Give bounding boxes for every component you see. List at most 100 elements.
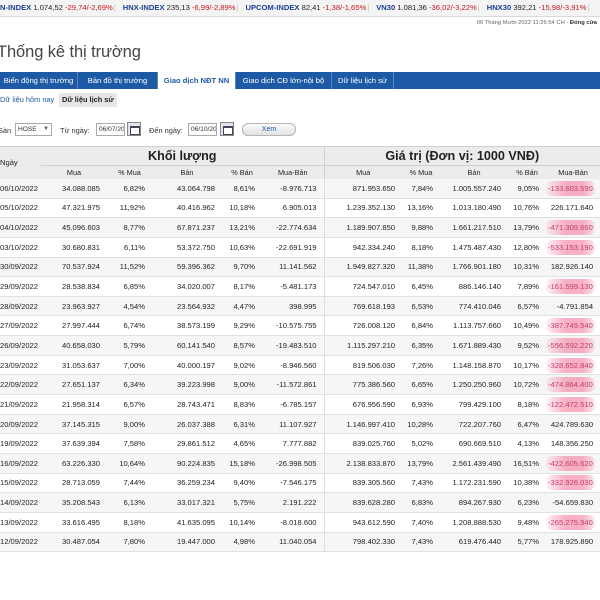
main-tab-bar: Biến động thị trường Bản đồ thị trường G… bbox=[0, 72, 600, 89]
vol-sell-cell: 19.447.000 bbox=[152, 532, 222, 553]
val-buy-cell: 819.506.030 bbox=[323, 355, 403, 376]
table-row: 28/09/2022 23.963.927 4,54% 23.564.932 4,47%… bbox=[0, 296, 600, 317]
highlighted-net-value: -387.749.540 bbox=[546, 318, 595, 334]
from-calendar-icon[interactable] bbox=[127, 122, 141, 136]
exchange-select[interactable]: HOSE ▼ bbox=[15, 123, 52, 136]
index-value: 392,21 bbox=[513, 3, 537, 12]
vol-buy-cell: 45.096.603 bbox=[41, 217, 107, 238]
index-value: 235,13 bbox=[166, 3, 190, 12]
vol-buy-pct-cell: 6,57% bbox=[107, 394, 152, 415]
vol-buy-cell: 35.208.543 bbox=[41, 492, 107, 513]
val-sell-pct-cell: 5,77% bbox=[508, 532, 547, 553]
val-buy-cell: 724.547.010 bbox=[323, 276, 403, 297]
date-cell: 28/09/2022 bbox=[0, 296, 41, 317]
vol-buy-pct-cell: 8,77% bbox=[107, 217, 152, 238]
vol-buy-pct-header: % Mua bbox=[107, 165, 152, 179]
vol-sell-cell: 23.564.932 bbox=[152, 296, 222, 317]
volume-group-header: Khối lượng bbox=[41, 146, 325, 166]
val-buy-pct-cell: 13,16% bbox=[402, 198, 441, 219]
val-sell-cell: 1.671.889.430 bbox=[440, 335, 509, 356]
vol-sell-pct-cell: 8,57% bbox=[222, 335, 262, 356]
vol-sell-pct-cell: 5,75% bbox=[222, 492, 262, 513]
vol-sell-pct-cell: 13,21% bbox=[222, 217, 262, 238]
table-row: 14/09/2022 35.208.543 6,13% 33.017.321 5,75%… bbox=[0, 492, 600, 513]
ticker-separator: | bbox=[236, 3, 239, 12]
vol-net-cell: -8.976.713 bbox=[262, 178, 325, 199]
ticker-separator: | bbox=[113, 3, 116, 12]
vol-net-cell: -10.575.755 bbox=[262, 315, 325, 337]
vol-buy-cell: 23.963.927 bbox=[41, 296, 107, 317]
tab-insider-trading[interactable]: Giao dịch CĐ lớn-nội bộ bbox=[236, 72, 332, 89]
index-value: 1.081,36 bbox=[397, 3, 427, 12]
vol-sell-cell: 38.573.199 bbox=[152, 315, 222, 337]
val-sell-cell: 1.250.250.960 bbox=[440, 374, 509, 396]
val-net-cell: -328.652.840 bbox=[546, 355, 600, 376]
val-sell-pct-header: % Bán bbox=[508, 165, 547, 179]
vol-net-cell: 7.777.882 bbox=[262, 433, 325, 454]
tab-market-map[interactable]: Bản đồ thị trường bbox=[78, 72, 158, 89]
vol-buy-header: Mua bbox=[41, 165, 107, 179]
vol-sell-cell: 53.372.750 bbox=[152, 237, 222, 258]
vol-net-cell: -11.572.861 bbox=[262, 374, 325, 396]
from-date-input[interactable]: 06/07/202 bbox=[96, 123, 125, 136]
ticker-item[interactable]: HNX30 392,21 -15,98/-3,91%| bbox=[487, 0, 597, 16]
val-buy-pct-cell: 7,40% bbox=[402, 512, 441, 533]
exchange-value: HOSE bbox=[18, 126, 37, 133]
date-cell: 13/09/2022 bbox=[0, 512, 41, 533]
vol-buy-pct-cell: 7,58% bbox=[107, 433, 152, 454]
date-cell: 26/09/2022 bbox=[0, 335, 41, 356]
subtab-history-data[interactable]: Dữ liệu lịch sử bbox=[59, 93, 117, 107]
to-date-input[interactable]: 06/10/202 bbox=[188, 123, 217, 136]
vol-net-cell: 398.995 bbox=[262, 296, 325, 317]
table-row: 26/09/2022 40.658.030 5,79% 60.141.540 8,57%… bbox=[0, 335, 600, 356]
vol-sell-pct-cell: 4,47% bbox=[222, 296, 262, 317]
ticker-item[interactable]: VN30 1.081,36 -36,02/-3,22%| bbox=[376, 0, 487, 16]
table-body: 06/10/2022 34.088.085 6,82% 43.064.798 8,61%… bbox=[0, 178, 600, 553]
table-row: 03/10/2022 30.680.831 6,11% 53.372.750 10,63… bbox=[0, 237, 600, 258]
tab-foreign-trading[interactable]: Giao dịch NĐT NN bbox=[158, 72, 236, 89]
val-buy-pct-cell: 6,65% bbox=[402, 374, 441, 396]
filter-bar: Sàn HOSE ▼ Từ ngày: 06/07/202 Đến ngày: … bbox=[0, 122, 600, 140]
vol-net-cell: -8.946.560 bbox=[262, 355, 325, 376]
val-buy-pct-cell: 11,38% bbox=[402, 257, 441, 278]
ticker-item[interactable]: HNX-INDEX 235,13 -6,99/-2,89%| bbox=[123, 0, 246, 16]
table-row: 23/09/2022 31.053.637 7,00% 40.000.197 9,02%… bbox=[0, 355, 600, 376]
table-row: 27/09/2022 27.997.444 6,74% 38.573.199 9,29%… bbox=[0, 315, 600, 337]
vol-sell-pct-cell: 10,14% bbox=[222, 512, 262, 533]
highlighted-net-value: -533.153.190 bbox=[546, 239, 595, 255]
val-net-cell: 226.171.640 bbox=[546, 198, 600, 219]
val-sell-pct-cell: 9,05% bbox=[508, 178, 547, 199]
vol-buy-cell: 28.713.059 bbox=[41, 473, 107, 494]
val-net-cell: -122.472.510 bbox=[546, 394, 600, 415]
ticker-item[interactable]: UPCOM-INDEX 82,41 -1,38/-1,65%| bbox=[245, 0, 376, 16]
val-sell-cell: 1.661.217.510 bbox=[440, 217, 509, 238]
index-change: -6,99/-2,89% bbox=[192, 3, 236, 12]
datetime-text: 06 Tháng Mười 2022 11:26:54 CH - bbox=[476, 20, 570, 26]
tab-market-movement[interactable]: Biến động thị trường bbox=[0, 72, 78, 89]
val-buy-pct-cell: 7,43% bbox=[402, 532, 441, 553]
highlighted-net-value: -328.652.840 bbox=[546, 357, 595, 373]
val-buy-cell: 1.189.907.850 bbox=[323, 217, 403, 238]
table-row: 22/09/2022 27.651.137 6,34% 39.223.998 9,00%… bbox=[0, 374, 600, 396]
vol-sell-cell: 39.223.998 bbox=[152, 374, 222, 396]
vol-sell-pct-cell: 9,70% bbox=[222, 257, 262, 278]
value-group-header: Giá trị (Đơn vị: 1000 VNĐ) bbox=[323, 146, 600, 166]
view-button[interactable]: Xem bbox=[242, 123, 296, 136]
ticker-separator: | bbox=[367, 3, 370, 12]
vol-buy-cell: 40.658.030 bbox=[41, 335, 107, 356]
val-sell-cell: 619.476.440 bbox=[440, 532, 509, 553]
vol-sell-cell: 40.416.962 bbox=[152, 198, 222, 219]
to-calendar-icon[interactable] bbox=[220, 122, 234, 136]
vol-net-cell: 11.107.927 bbox=[262, 414, 325, 435]
val-sell-cell: 1.766.901.180 bbox=[440, 257, 509, 278]
val-buy-pct-cell: 9,88% bbox=[402, 217, 441, 238]
val-sell-pct-cell: 12,80% bbox=[508, 237, 547, 258]
table-row: 05/10/2022 47.321.975 11,92% 40.416.962 10,1… bbox=[0, 198, 600, 219]
ticker-item[interactable]: N-INDEX 1.074,52 -29,74/-2,69%| bbox=[0, 0, 123, 16]
vol-sell-pct-cell: 15,18% bbox=[222, 453, 262, 474]
tab-historical-data[interactable]: Dữ liệu lịch sử bbox=[332, 72, 394, 89]
subtab-today-data[interactable]: Dữ liệu hôm nay bbox=[0, 93, 54, 107]
date-cell: 20/09/2022 bbox=[0, 414, 41, 435]
chevron-down-icon: ▼ bbox=[43, 126, 49, 132]
index-name: HNX-INDEX bbox=[122, 3, 165, 12]
